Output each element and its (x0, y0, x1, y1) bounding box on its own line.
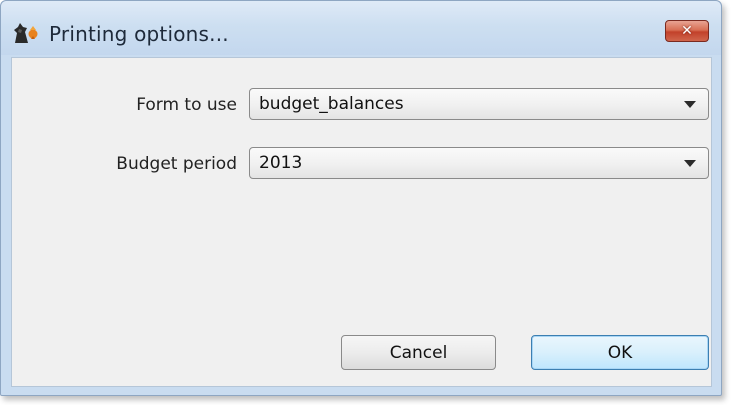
title-bar[interactable]: Printing options... ✕ (1, 1, 721, 55)
close-button[interactable]: ✕ (665, 20, 709, 42)
window-title: Printing options... (49, 22, 229, 46)
dialog-body: Form to use budget_balances Budget perio… (11, 57, 712, 387)
close-icon: ✕ (681, 23, 693, 39)
ok-button[interactable]: OK (531, 335, 709, 370)
budget-period-select[interactable]: 2013 (249, 147, 709, 179)
printing-options-dialog: Printing options... ✕ Form to use budget… (0, 0, 722, 396)
chevron-down-icon (684, 160, 696, 167)
budget-period-value: 2013 (259, 153, 303, 173)
app-icon (14, 23, 38, 43)
form-to-use-label: Form to use (136, 95, 237, 115)
form-to-use-select[interactable]: budget_balances (249, 88, 709, 120)
form-to-use-value: budget_balances (259, 94, 404, 114)
cancel-button[interactable]: Cancel (341, 335, 496, 370)
chevron-down-icon (684, 101, 696, 108)
budget-period-label: Budget period (116, 154, 237, 174)
